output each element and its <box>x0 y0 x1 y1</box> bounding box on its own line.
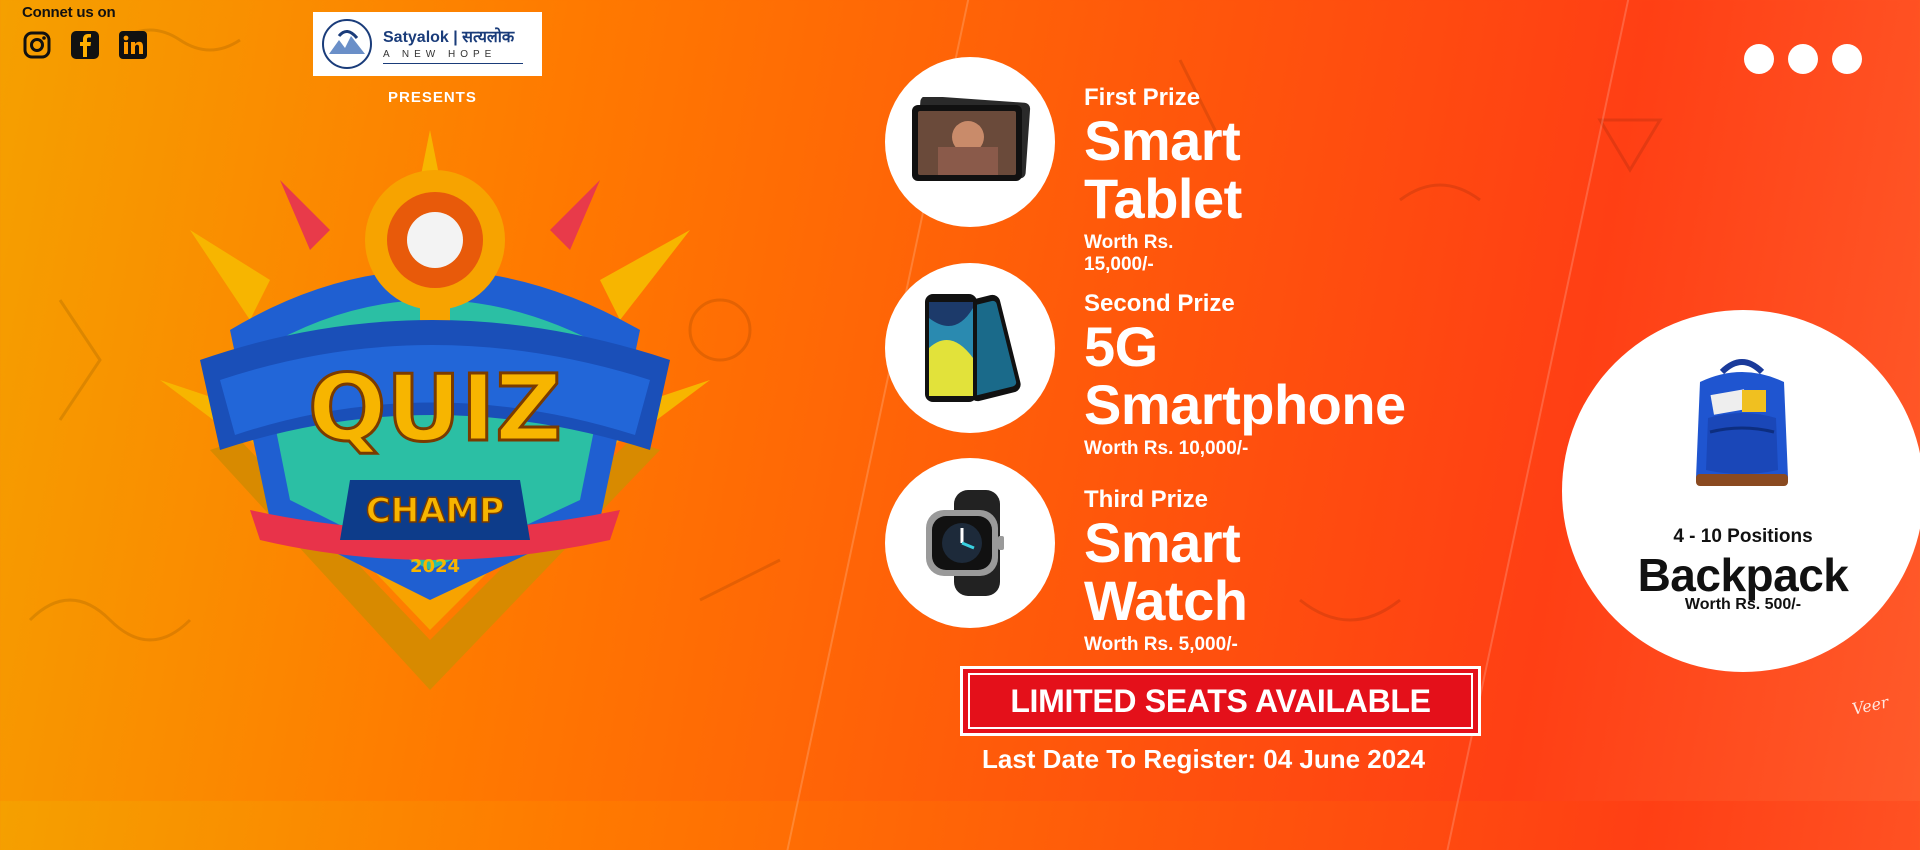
menu-dot <box>1832 44 1862 74</box>
more-options-menu[interactable] <box>1744 44 1862 74</box>
logo-name: Satyalok | सत्यलोक <box>383 28 515 46</box>
backpack-prize: 4 - 10 Positions Backpack Worth Rs. 500/… <box>1562 310 1920 672</box>
social-connect: Connet us on <box>22 4 148 60</box>
prize-rank: Second Prize <box>1084 290 1235 317</box>
menu-dot <box>1744 44 1774 74</box>
backpack-name: Backpack <box>1637 549 1849 601</box>
backpack-positions: 4 - 10 Positions <box>1673 526 1813 547</box>
prize-worth: Worth Rs. 10,000/- <box>1084 438 1249 459</box>
prize-image <box>885 458 1055 628</box>
limited-seats-button[interactable]: LIMITED SEATS AVAILABLE <box>960 666 1481 736</box>
last-date-text: Last Date To Register: 04 June 2024 <box>982 744 1426 774</box>
logo-underline <box>383 62 523 64</box>
satyalok-emblem-icon <box>322 19 372 69</box>
logo-tagline: A NEW HOPE <box>383 48 497 60</box>
badge-subtitle: CHAMP <box>366 491 504 531</box>
connect-label: Connet us on <box>22 4 116 21</box>
badge-title: QUIZ <box>308 355 562 462</box>
tablet-icon <box>912 97 1031 181</box>
artist-signature: Veer <box>1850 692 1891 719</box>
smartphone-icon <box>925 294 1021 402</box>
presents-label: PRESENTS <box>388 89 477 106</box>
facebook-icon[interactable] <box>70 30 100 60</box>
prize-worth: Worth Rs. 5,000/- <box>1084 634 1238 655</box>
linkedin-icon[interactable] <box>118 30 148 60</box>
social-links <box>22 30 148 60</box>
quiz-champ-badge: QUIZ CHAMP 2024 <box>160 130 710 690</box>
limited-seats-label: LIMITED SEATS AVAILABLE <box>968 673 1473 729</box>
instagram-icon[interactable] <box>22 30 52 60</box>
prize-worth: Worth Rs. 15,000/- <box>1084 232 1174 275</box>
prize-image <box>885 263 1055 433</box>
prize-name: Smart Watch <box>1084 511 1248 632</box>
prize-image <box>885 57 1055 227</box>
backpack-worth: Worth Rs. 500/- <box>1684 596 1802 613</box>
prize-name: Smart Tablet <box>1084 109 1242 230</box>
menu-dot <box>1788 44 1818 74</box>
backpack-icon <box>1696 359 1788 486</box>
satyalok-logo: Satyalok | सत्यलोक A NEW HOPE <box>313 12 542 76</box>
prize-rank: Third Prize <box>1084 486 1209 513</box>
prize-name: 5G Smartphone <box>1084 315 1406 436</box>
badge-year: 2024 <box>410 556 460 577</box>
prize-rank: First Prize <box>1084 84 1201 111</box>
smartwatch-icon <box>926 490 1004 596</box>
